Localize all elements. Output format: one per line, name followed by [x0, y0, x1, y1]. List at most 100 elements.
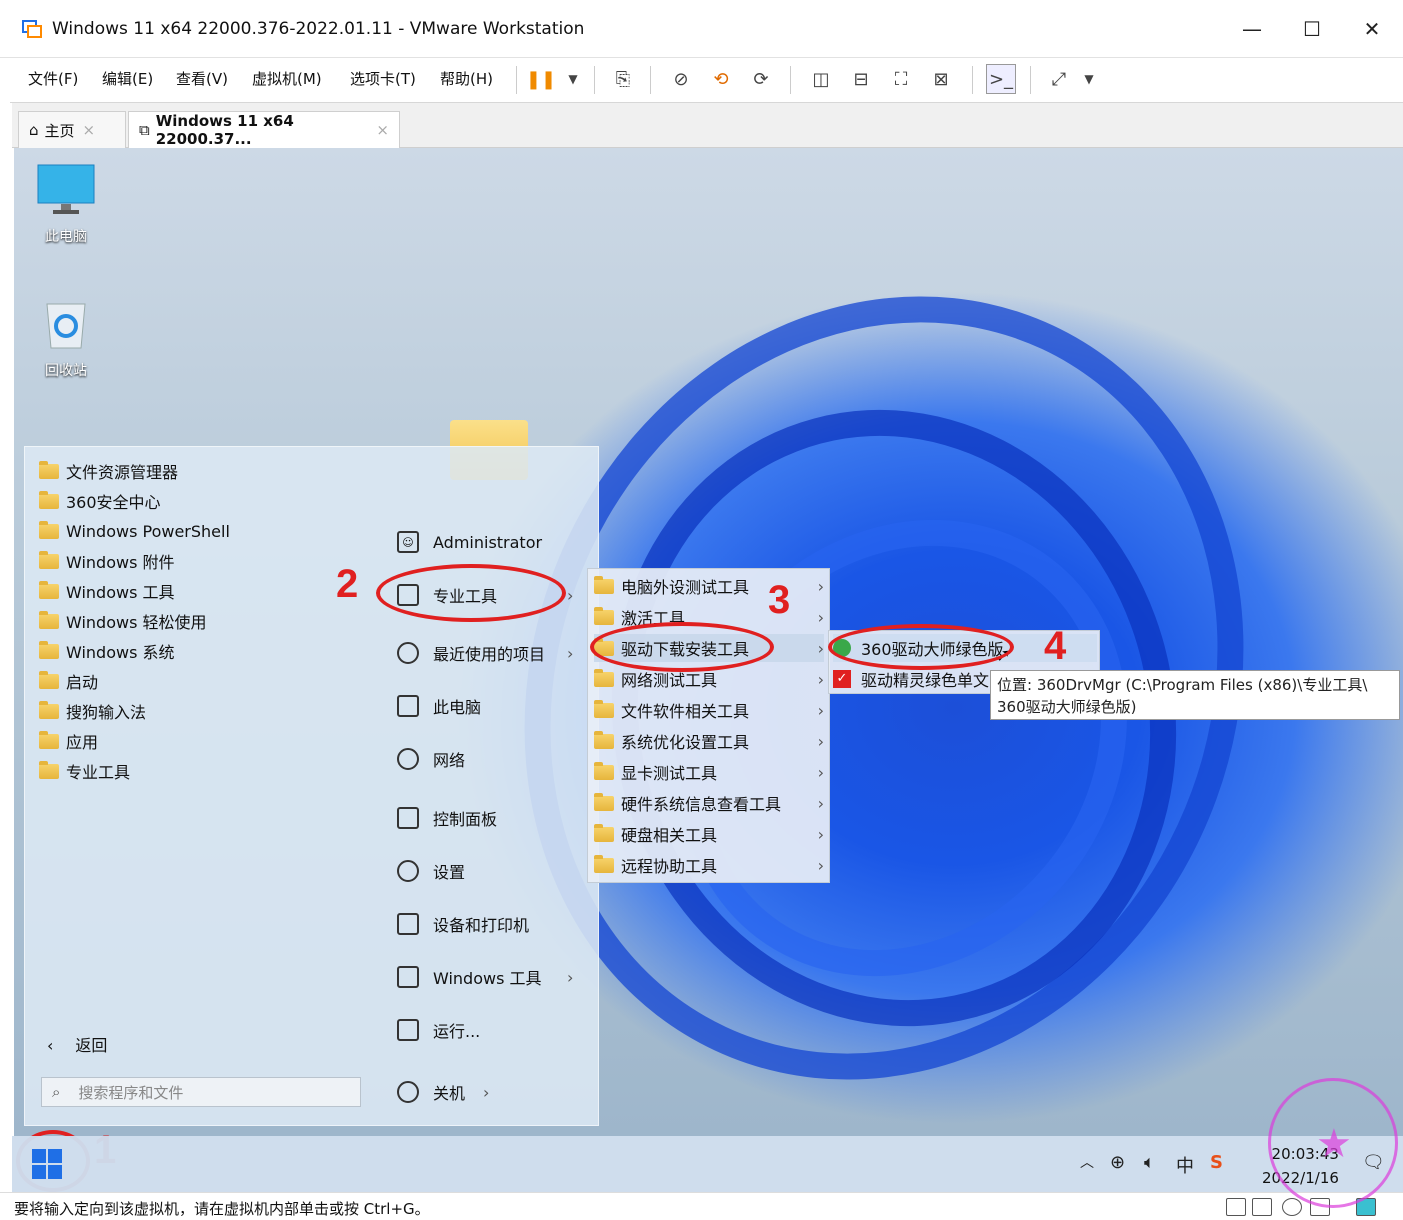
power-icon — [397, 1081, 419, 1103]
start-program-item[interactable]: 文件资源管理器 — [39, 457, 178, 485]
start-program-item[interactable]: Windows 工具 — [39, 577, 175, 605]
chevron-right-icon: › — [817, 762, 824, 782]
windows-start-icon[interactable] — [32, 1149, 62, 1179]
menu-vm[interactable]: 虚拟机(M) — [248, 66, 326, 91]
tab-home[interactable]: ⌂ 主页 × — [18, 111, 126, 148]
gear-icon — [397, 860, 419, 882]
chevron-right-icon: › — [817, 855, 824, 875]
search-input[interactable]: ⌕ 搜索程序和文件 — [41, 1077, 361, 1107]
start-program-item[interactable]: 启动 — [39, 667, 98, 695]
minimize-button[interactable]: — — [1232, 14, 1272, 44]
submenu-item[interactable]: 远程协助工具 › — [594, 851, 824, 879]
menu-tabs[interactable]: 选项卡(T) — [346, 66, 420, 91]
folder-icon — [39, 490, 59, 509]
tab-close-icon[interactable]: × — [376, 121, 389, 139]
monitor-icon — [37, 164, 95, 214]
revert-snapshot-icon[interactable]: ⟲ — [706, 64, 736, 94]
start-program-item[interactable]: Windows 附件 — [39, 547, 175, 575]
annotation-circle — [376, 564, 566, 622]
right-pane-label: 网络 — [433, 751, 466, 770]
sogou-icon[interactable]: S — [1210, 1152, 1223, 1173]
ime-indicator[interactable]: 中 — [1176, 1152, 1194, 1178]
start-program-item[interactable]: 360安全中心 — [39, 487, 161, 515]
start-program-item[interactable]: 应用 — [39, 727, 98, 755]
start-right-recent[interactable]: 最近使用的项目 › — [397, 636, 573, 670]
annotation-number: 2 — [336, 562, 359, 606]
close-button[interactable]: ✕ — [1352, 14, 1392, 44]
submenu-item[interactable]: 硬件系统信息查看工具 › — [594, 789, 824, 817]
right-pane-label: 最近使用的项目 — [433, 645, 546, 664]
network-icon[interactable]: ⊕ — [1110, 1152, 1125, 1173]
sidebar-view-icon[interactable]: ◫ — [806, 64, 836, 94]
menu-help[interactable]: 帮助(H) — [436, 66, 497, 91]
hdd-icon[interactable] — [1226, 1198, 1246, 1216]
start-right-devices[interactable]: 设备和打印机 — [397, 907, 529, 941]
control-panel-icon — [397, 807, 419, 829]
desktop-icon-this-pc[interactable]: 此电脑 — [26, 164, 106, 246]
chevron-down-icon[interactable]: ▼ — [1074, 64, 1104, 94]
start-right-run[interactable]: 运行... — [397, 1013, 480, 1047]
pause-icon[interactable]: ❚❚ — [526, 64, 556, 94]
stretch-icon[interactable]: ⤢ — [1044, 64, 1074, 94]
menu-edit[interactable]: 编辑(E) — [98, 66, 157, 91]
chevron-right-icon: › — [817, 607, 824, 627]
fullscreen-icon[interactable]: ⛶ — [886, 64, 916, 94]
chevron-up-icon[interactable]: ︿ — [1080, 1152, 1094, 1172]
cd-icon[interactable] — [1282, 1198, 1302, 1216]
back-button[interactable]: ‹ 返回 — [47, 1032, 107, 1056]
chevron-right-icon: › — [817, 793, 824, 813]
menu-view[interactable]: 查看(V) — [172, 66, 232, 91]
console-view-icon[interactable]: ⊟ — [846, 64, 876, 94]
submenu-item[interactable]: 系统优化设置工具 › — [594, 727, 824, 755]
start-right-windows-tools[interactable]: Windows 工具 › — [397, 960, 573, 994]
terminal-icon[interactable]: >_ — [986, 64, 1016, 94]
program-label: 启动 — [66, 673, 99, 692]
chevron-down-icon[interactable]: ▼ — [558, 64, 588, 94]
snapshot-manager-icon[interactable]: ⟳ — [746, 64, 776, 94]
globe-icon — [397, 748, 419, 770]
start-program-item[interactable]: 搜狗输入法 — [39, 697, 146, 725]
start-program-item[interactable]: Windows 轻松使用 — [39, 607, 207, 635]
star-icon: ★ — [1316, 1121, 1352, 1167]
tab-vm-label: Windows 11 x64 22000.37... — [155, 112, 294, 148]
folder-icon — [594, 668, 614, 687]
maximize-button[interactable]: ☐ — [1292, 14, 1332, 44]
chevron-right-icon: › — [817, 731, 824, 751]
computer-icon — [397, 695, 419, 717]
start-program-item[interactable]: 专业工具 — [39, 757, 130, 785]
tab-vm[interactable]: ⧉ Windows 11 x64 22000.37... × — [128, 111, 400, 148]
vm-tab-icon: ⧉ — [139, 121, 150, 139]
submenu-item[interactable]: 硬盘相关工具 › — [594, 820, 824, 848]
submenu-label: 硬件系统信息查看工具 — [621, 795, 782, 814]
start-right-control-panel[interactable]: 控制面板 — [397, 801, 497, 835]
unity-icon[interactable]: ⊠ — [926, 64, 956, 94]
menu-file[interactable]: 文件(F) — [24, 66, 82, 91]
start-right-settings[interactable]: 设置 — [397, 854, 465, 888]
volume-muted-icon[interactable]: 🔈︎ — [1144, 1152, 1155, 1173]
start-program-item[interactable]: Windows 系统 — [39, 637, 175, 665]
run-icon — [397, 1019, 419, 1041]
statusbar: 要将输入定向到该虚拟机，请在虚拟机内部单击或按 Ctrl+G。 — [0, 1192, 1403, 1220]
send-ctrl-alt-del-icon[interactable]: ⎘ — [608, 64, 638, 94]
tab-bar: ⌂ 主页 × ⧉ Windows 11 x64 22000.37... × — [12, 103, 1403, 148]
start-menu: 文件资源管理器 360安全中心 Windows PowerShell Windo… — [24, 446, 599, 1126]
chevron-right-icon: › — [567, 643, 574, 663]
start-right-this-pc[interactable]: 此电脑 — [397, 689, 481, 723]
start-right-network[interactable]: 网络 — [397, 742, 465, 776]
submenu-item[interactable]: 显卡测试工具 › — [594, 758, 824, 786]
start-right-administrator[interactable]: ☺ Administrator — [397, 525, 542, 559]
toolbar-separator — [650, 66, 651, 94]
snapshot-disabled-icon[interactable]: ⊘ — [666, 64, 696, 94]
toolbar-separator — [516, 66, 517, 94]
tooltip: 位置: 360DrvMgr (C:\Program Files (x86)\专业… — [990, 670, 1400, 720]
folder-icon — [594, 823, 614, 842]
program-label: 应用 — [66, 733, 99, 752]
tab-close-icon[interactable]: × — [83, 121, 96, 139]
start-right-shutdown[interactable]: 关机 › — [397, 1075, 489, 1109]
chevron-right-icon: › — [817, 669, 824, 689]
submenu-item[interactable]: 文件软件相关工具 › — [594, 696, 824, 724]
start-program-item[interactable]: Windows PowerShell — [39, 517, 230, 545]
desktop-icon-recycle-bin[interactable]: 回收站 — [26, 298, 106, 380]
program-label: Windows 附件 — [66, 553, 175, 572]
hdd-icon[interactable] — [1252, 1198, 1272, 1216]
